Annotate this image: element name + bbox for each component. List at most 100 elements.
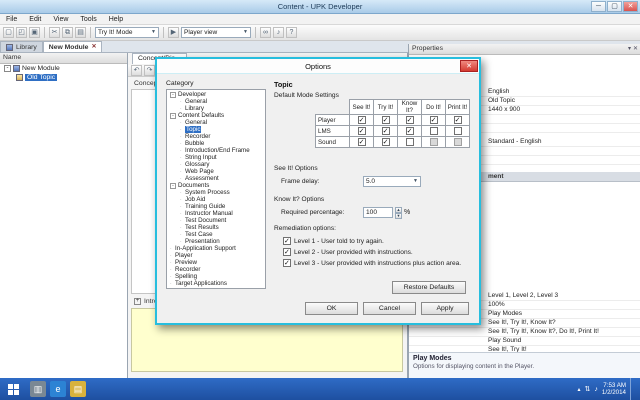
pin-icon[interactable]: ▾ (628, 44, 631, 54)
back-icon[interactable]: ↶ (131, 65, 142, 76)
volume-icon[interactable]: ♪ (594, 386, 598, 393)
category-item-content-defaults[interactable]: - Content Defaults (167, 112, 265, 119)
remediation-checkbox[interactable]: ✓ (283, 237, 291, 245)
show-desktop-button[interactable] (630, 378, 634, 400)
maximize-button[interactable]: ▢ (607, 1, 622, 12)
mode-checkbox[interactable]: ✓ (405, 127, 414, 135)
tray-arrow-icon[interactable]: ▴ (578, 386, 581, 393)
sound-icon[interactable]: ♪ (273, 27, 284, 38)
mode-checkbox[interactable]: ✓ (381, 116, 390, 124)
category-item-recorder[interactable]: · Recorder (167, 266, 265, 273)
paste-icon[interactable]: ▤ (75, 27, 86, 38)
start-button[interactable] (0, 378, 26, 400)
preview-icon[interactable]: ▶ (168, 27, 179, 38)
network-icon[interactable]: ⇅ (585, 385, 591, 393)
mode-checkbox[interactable]: ✓ (381, 138, 390, 146)
mode-checkbox[interactable]: ✓ (357, 127, 366, 135)
menu-view[interactable]: View (47, 16, 74, 23)
category-item-library[interactable]: · Library (167, 105, 265, 112)
tree-item-new-module[interactable]: - New Module (0, 64, 127, 73)
mode-checkbox[interactable]: ✓ (381, 127, 390, 135)
category-item-presentation[interactable]: · Presentation (167, 238, 265, 245)
mode-checkbox[interactable]: ✓ (453, 116, 462, 124)
category-item-target-applications[interactable]: · Target Applications (167, 280, 265, 287)
close-tab-icon[interactable]: ✕ (91, 42, 96, 53)
tab-new-module[interactable]: New Module ✕ (42, 41, 103, 53)
restore-defaults-button[interactable]: Restore Defaults (392, 281, 466, 294)
category-item-recorder[interactable]: · Recorder (167, 133, 265, 140)
cancel-button[interactable]: Cancel (363, 302, 416, 315)
close-panel-icon[interactable]: ✕ (633, 44, 638, 54)
category-item-preview[interactable]: · Preview (167, 259, 265, 266)
property-row[interactable]: Play Sound (409, 337, 640, 346)
remediation-checkbox[interactable]: ✓ (283, 248, 291, 256)
tree-item-old-topic[interactable]: Old Topic (0, 73, 127, 82)
collapse-icon[interactable]: - (4, 65, 11, 72)
forward-icon[interactable]: ↷ (144, 65, 155, 76)
category-item-developer[interactable]: - Developer (167, 91, 265, 98)
category-item-documents[interactable]: - Documents (167, 182, 265, 189)
server-manager-icon[interactable]: ▥ (30, 381, 46, 397)
dialog-close-button[interactable]: ✕ (460, 60, 478, 72)
mode-checkbox[interactable] (453, 127, 462, 135)
collapse-icon[interactable]: - (170, 182, 176, 189)
category-item-glossary[interactable]: · Glossary (167, 161, 265, 168)
property-row[interactable]: See It!, Try It!, Know It?, Do It!, Prin… (409, 328, 640, 337)
category-item-job-aid[interactable]: · Job Aid (167, 196, 265, 203)
dialog-titlebar[interactable]: Options ✕ (157, 59, 479, 74)
tab-library[interactable]: Library (0, 41, 43, 52)
remediation-checkbox[interactable]: ✓ (283, 259, 291, 267)
required-percentage-spinner[interactable]: 100 ▲ ▼ % (363, 207, 410, 219)
ok-button[interactable]: OK (305, 302, 358, 315)
mode-checkbox[interactable]: ✓ (405, 116, 414, 124)
category-item-spelling[interactable]: · Spelling (167, 273, 265, 280)
category-item-test-case[interactable]: · Test Case (167, 231, 265, 238)
category-item-topic[interactable]: · Topic (167, 126, 265, 133)
cut-icon[interactable]: ✂ (49, 27, 60, 38)
remediation-option-1[interactable]: ✓ Level 1 - User told to try again. (283, 237, 384, 245)
category-item-in-application-support[interactable]: · In-Application Support (167, 245, 265, 252)
mode-checkbox[interactable] (405, 138, 414, 146)
player-view-combo[interactable]: Player view ▼ (181, 27, 251, 38)
window-titlebar[interactable]: Content - UPK Developer ─ ▢ ✕ (0, 0, 640, 14)
mode-checkbox[interactable]: ✓ (429, 116, 438, 124)
category-item-general[interactable]: · General (167, 98, 265, 105)
internet-explorer-icon[interactable]: e (50, 381, 66, 397)
copy-icon[interactable]: ⧉ (62, 27, 73, 38)
collapse-icon[interactable]: - (170, 112, 176, 119)
open-icon[interactable]: ◰ (16, 27, 27, 38)
remediation-option-2[interactable]: ✓ Level 2 - User provided with instructio… (283, 248, 413, 256)
menu-help[interactable]: Help (103, 16, 129, 23)
category-item-test-document[interactable]: · Test Document (167, 217, 265, 224)
close-button[interactable]: ✕ (623, 1, 638, 12)
category-item-assessment[interactable]: · Assessment (167, 175, 265, 182)
menu-edit[interactable]: Edit (23, 16, 47, 23)
required-percentage-value[interactable]: 100 (363, 207, 393, 218)
category-item-general[interactable]: · General (167, 119, 265, 126)
mode-checkbox[interactable]: ✓ (357, 116, 366, 124)
collapse-icon[interactable]: - (170, 91, 176, 98)
file-explorer-icon[interactable]: ▤ (70, 381, 86, 397)
new-icon[interactable]: ▢ (3, 27, 14, 38)
remediation-option-3[interactable]: ✓ Level 3 - User provided with instructio… (283, 259, 461, 267)
apply-button[interactable]: Apply (421, 302, 469, 315)
expand-icon[interactable]: + (134, 298, 141, 305)
category-item-system-process[interactable]: · System Process (167, 189, 265, 196)
link-icon[interactable]: ∞ (260, 27, 271, 38)
category-item-bubble[interactable]: · Bubble (167, 140, 265, 147)
category-item-string-input[interactable]: · String Input (167, 154, 265, 161)
help-icon[interactable]: ? (286, 27, 297, 38)
save-icon[interactable]: ▣ (29, 27, 40, 38)
category-item-instructor-manual[interactable]: · Instructor Manual (167, 210, 265, 217)
category-item-web-page[interactable]: · Web Page (167, 168, 265, 175)
category-item-training-guide[interactable]: · Training Guide (167, 203, 265, 210)
frame-delay-combo[interactable]: 5.0 ▼ (363, 176, 421, 187)
mode-checkbox[interactable]: ✓ (357, 138, 366, 146)
taskbar-clock[interactable]: 7:53 AM 1/2/2014 (602, 382, 626, 396)
spinner-arrows[interactable]: ▲ ▼ (395, 207, 402, 219)
record-mode-combo[interactable]: Try It! Mode ▼ (95, 27, 159, 38)
category-item-player[interactable]: · Player (167, 252, 265, 259)
mode-checkbox[interactable] (429, 127, 438, 135)
minimize-button[interactable]: ─ (591, 1, 606, 12)
menu-tools[interactable]: Tools (74, 16, 102, 23)
